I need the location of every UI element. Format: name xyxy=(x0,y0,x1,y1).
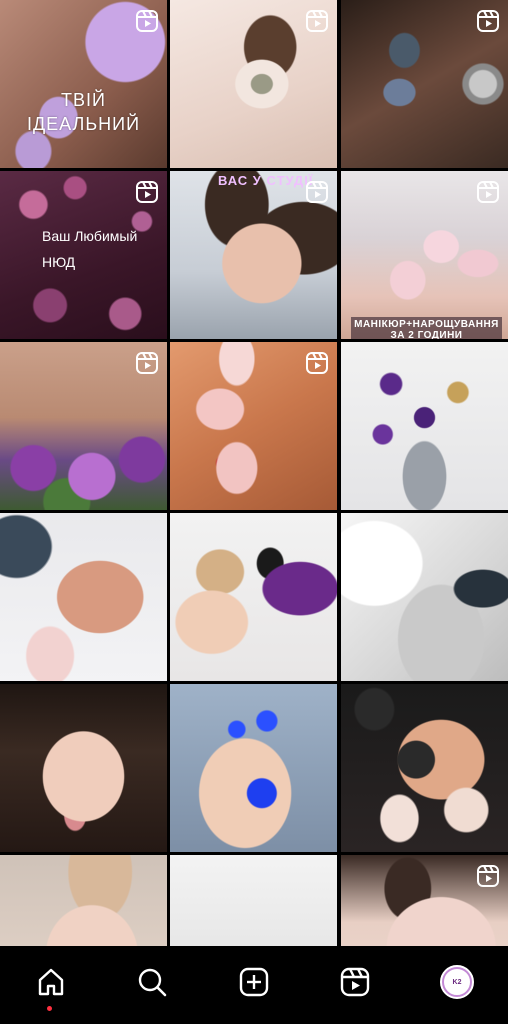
avatar: K2 xyxy=(440,965,474,999)
grid-post[interactable] xyxy=(341,0,508,168)
post-caption-overlay: МАНІКЮР+НАРОЩУВАННЯ ЗА 2 ГОДИНИ xyxy=(351,317,502,339)
post-caption-overlay: ТВІЙ ІДЕАЛЬНИЙ xyxy=(26,90,141,134)
grid-post[interactable] xyxy=(170,684,337,852)
post-caption-overlay: Ваш Любимый НЮД xyxy=(42,228,138,270)
grid-post[interactable] xyxy=(0,342,167,510)
grid-post[interactable] xyxy=(0,513,167,681)
nav-profile-button[interactable]: K2 xyxy=(433,958,481,1006)
nav-search-button[interactable] xyxy=(128,958,176,1006)
grid-post[interactable] xyxy=(170,513,337,681)
grid-post[interactable]: Ваш Любимый НЮД xyxy=(0,171,167,339)
bottom-nav-bar: K2 xyxy=(0,946,508,1024)
grid-post[interactable] xyxy=(0,684,167,852)
reel-icon xyxy=(306,181,328,203)
reel-icon xyxy=(477,865,499,887)
reel-icon xyxy=(306,10,328,32)
profile-posts-grid: ТВІЙ ІДЕАЛЬНИЙ Ваш Любимый НЮД ВАС У СТУ… xyxy=(0,0,508,946)
reel-icon xyxy=(477,10,499,32)
grid-post[interactable] xyxy=(170,342,337,510)
reel-icon xyxy=(136,352,158,374)
reels-icon xyxy=(340,967,370,997)
grid-post[interactable] xyxy=(170,0,337,168)
grid-post[interactable] xyxy=(341,855,508,946)
home-icon xyxy=(38,968,64,996)
post-caption-overlay: ВАС У СТУДІЇ xyxy=(218,173,314,188)
grid-post[interactable]: ВАС У СТУДІЇ xyxy=(170,171,337,339)
search-icon xyxy=(138,968,167,997)
grid-post[interactable] xyxy=(341,684,508,852)
grid-post[interactable]: МАНІКЮР+НАРОЩУВАННЯ ЗА 2 ГОДИНИ xyxy=(341,171,508,339)
avatar-logo: K2 xyxy=(442,967,472,997)
grid-post[interactable] xyxy=(341,513,508,681)
grid-post[interactable]: ТВІЙ ІДЕАЛЬНИЙ xyxy=(0,0,167,168)
grid-post[interactable] xyxy=(170,855,337,946)
reel-icon xyxy=(477,181,499,203)
grid-post xyxy=(341,342,508,510)
grid-post[interactable] xyxy=(0,855,167,946)
reel-icon xyxy=(136,181,158,203)
notification-dot xyxy=(47,1006,52,1011)
reel-icon xyxy=(306,352,328,374)
nav-home-button[interactable] xyxy=(27,958,75,1006)
create-icon xyxy=(239,967,269,997)
reel-icon xyxy=(136,10,158,32)
nav-reels-button[interactable] xyxy=(331,958,379,1006)
nav-create-button[interactable] xyxy=(230,958,278,1006)
